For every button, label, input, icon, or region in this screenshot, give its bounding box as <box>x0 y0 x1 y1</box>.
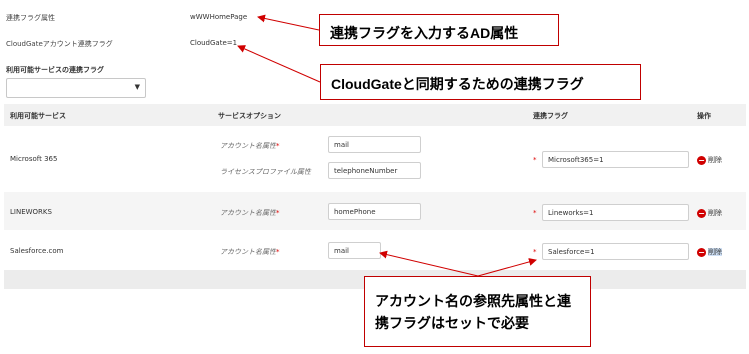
delete-button[interactable]: − 削除 <box>697 208 722 218</box>
minus-circle-icon: − <box>697 247 706 257</box>
flag-input[interactable]: Salesforce=1 <box>542 243 689 260</box>
header-options: サービスオプション <box>218 112 281 120</box>
attr-value: wWWHomePage <box>190 13 248 21</box>
minus-circle-icon: − <box>697 155 706 165</box>
services-label: 利用可能サービスの連携フラグ <box>6 66 104 74</box>
account-attr-input[interactable]: mail <box>328 242 381 259</box>
flag-value: CloudGate=1 <box>190 39 238 47</box>
flag-label: CloudGateアカウント連携フラグ <box>6 40 113 48</box>
option-label: アカウント名属性* <box>220 209 280 217</box>
attr-label: 連携フラグ属性 <box>6 14 55 22</box>
services-table: 利用可能サービス サービスオプション 連携フラグ 操作 Microsoft 36… <box>4 104 746 289</box>
arrow-to-attr-value <box>257 14 320 31</box>
flag-input[interactable]: Lineworks=1 <box>542 204 689 221</box>
table-row: LINEWORKS アカウント名属性* homePhone * Linework… <box>4 192 746 230</box>
callout-flag: CloudGateと同期するための連携フラグ <box>320 64 641 100</box>
services-select[interactable]: ▼ <box>6 78 146 98</box>
service-name: Salesforce.com <box>10 247 64 255</box>
license-attr-input[interactable]: telephoneNumber <box>328 162 421 179</box>
table-row: Microsoft 365 アカウント名属性* mail ライセンスプロファイル… <box>4 126 746 192</box>
header-flag: 連携フラグ <box>533 112 568 120</box>
minus-circle-icon: − <box>697 208 706 218</box>
option-label: アカウント名属性* <box>220 142 280 150</box>
arrow-to-flag-value <box>237 45 321 83</box>
callout-attr: 連携フラグを入力するAD属性 <box>319 14 559 46</box>
header-service: 利用可能サービス <box>10 112 66 120</box>
account-attr-input[interactable]: mail <box>328 136 421 153</box>
required-mark: * <box>533 156 537 164</box>
table-row: Salesforce.com アカウント名属性* mail * Salesfor… <box>4 230 746 270</box>
account-attr-input[interactable]: homePhone <box>328 203 421 220</box>
required-mark: * <box>533 248 537 256</box>
callout-pair-line2: 携フラグはセットで必要 <box>375 315 529 331</box>
option-label: ライセンスプロファイル属性 <box>220 168 311 176</box>
delete-button[interactable]: − 削除 <box>697 155 722 165</box>
service-name: Microsoft 365 <box>10 155 58 163</box>
callout-pair-line1: アカウント名の参照先属性と連 <box>375 293 571 309</box>
header-action: 操作 <box>697 112 711 120</box>
service-name: LINEWORKS <box>10 208 52 216</box>
chevron-down-icon: ▼ <box>134 83 140 91</box>
required-mark: * <box>533 209 537 217</box>
delete-button[interactable]: − 削除 <box>697 247 722 257</box>
flag-input[interactable]: Microsoft365=1 <box>542 151 689 168</box>
table-header: 利用可能サービス サービスオプション 連携フラグ 操作 <box>4 104 746 126</box>
callout-pair: アカウント名の参照先属性と連 携フラグはセットで必要 <box>364 276 591 347</box>
option-label: アカウント名属性* <box>220 248 280 256</box>
